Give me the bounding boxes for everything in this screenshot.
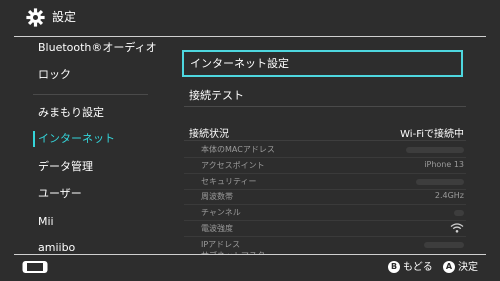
connection-status-value: Wi-Fiで接続中 <box>400 129 464 140</box>
sidebar-item-lock[interactable]: ロック <box>38 68 71 82</box>
sidebar-item-internet[interactable]: インターネット <box>38 132 115 146</box>
sidebar-item-parental-controls[interactable]: みまもり設定 <box>38 106 104 120</box>
wifi-signal-icon <box>450 223 464 233</box>
row-divider <box>184 189 466 190</box>
row-divider <box>184 236 466 237</box>
b-button-icon: B <box>388 261 400 273</box>
page-title: 設定 <box>52 10 77 24</box>
sidebar-item-users[interactable]: ユーザー <box>38 187 82 201</box>
sidebar-item-amiibo[interactable]: amiibo <box>38 241 75 255</box>
row-divider <box>184 220 466 221</box>
row-divider <box>184 173 466 174</box>
back-button[interactable]: B もどる <box>388 261 433 274</box>
confirm-button[interactable]: A 決定 <box>443 261 478 274</box>
sidebar-item-mii[interactable]: Mii <box>38 215 54 229</box>
footer-bar: B もどる A 決定 <box>0 254 500 281</box>
signal-strength-label: 電波強度 <box>201 224 233 233</box>
channel-value-redacted <box>454 210 464 216</box>
internet-settings-button[interactable]: インターネット設定 <box>182 50 463 77</box>
mac-address-label: 本体のMACアドレス <box>201 145 275 154</box>
sidebar: Bluetooth®オーディオ ロック みまもり設定 インターネット データ管理… <box>0 36 160 254</box>
frequency-band-value: 2.4GHz <box>434 191 464 200</box>
access-point-label: アクセスポイント <box>201 161 265 170</box>
row-divider <box>184 204 466 205</box>
console-icon <box>22 261 48 273</box>
ip-address-label: IPアドレス <box>201 240 241 249</box>
header-bar: 設定 <box>0 0 500 36</box>
mac-address-value-redacted <box>406 147 464 153</box>
connection-test-button[interactable]: 接続テスト <box>189 87 244 103</box>
connection-status-heading: 接続状況 <box>189 129 229 140</box>
access-point-value: iPhone 13 <box>424 160 464 169</box>
a-button-icon: A <box>443 261 455 273</box>
gear-icon <box>26 8 45 27</box>
frequency-band-label: 周波数帯 <box>201 192 233 201</box>
main-panel: インターネット設定 接続テスト 接続状況 Wi-Fiで接続中 本体のMACアドレ… <box>160 36 500 254</box>
row-divider <box>184 157 466 158</box>
confirm-label: 決定 <box>458 262 478 273</box>
sidebar-item-bluetooth-audio[interactable]: Bluetooth®オーディオ <box>38 41 157 55</box>
security-label: セキュリティー <box>201 177 257 186</box>
sidebar-divider <box>33 94 148 95</box>
status-divider <box>184 140 466 141</box>
security-value-redacted <box>416 179 464 185</box>
channel-label: チャンネル <box>201 208 241 217</box>
sidebar-active-indicator <box>33 131 35 147</box>
section-divider <box>184 106 466 107</box>
sidebar-item-data-management[interactable]: データ管理 <box>38 160 93 174</box>
ip-address-value-redacted <box>424 242 464 248</box>
back-label: もどる <box>403 262 433 273</box>
